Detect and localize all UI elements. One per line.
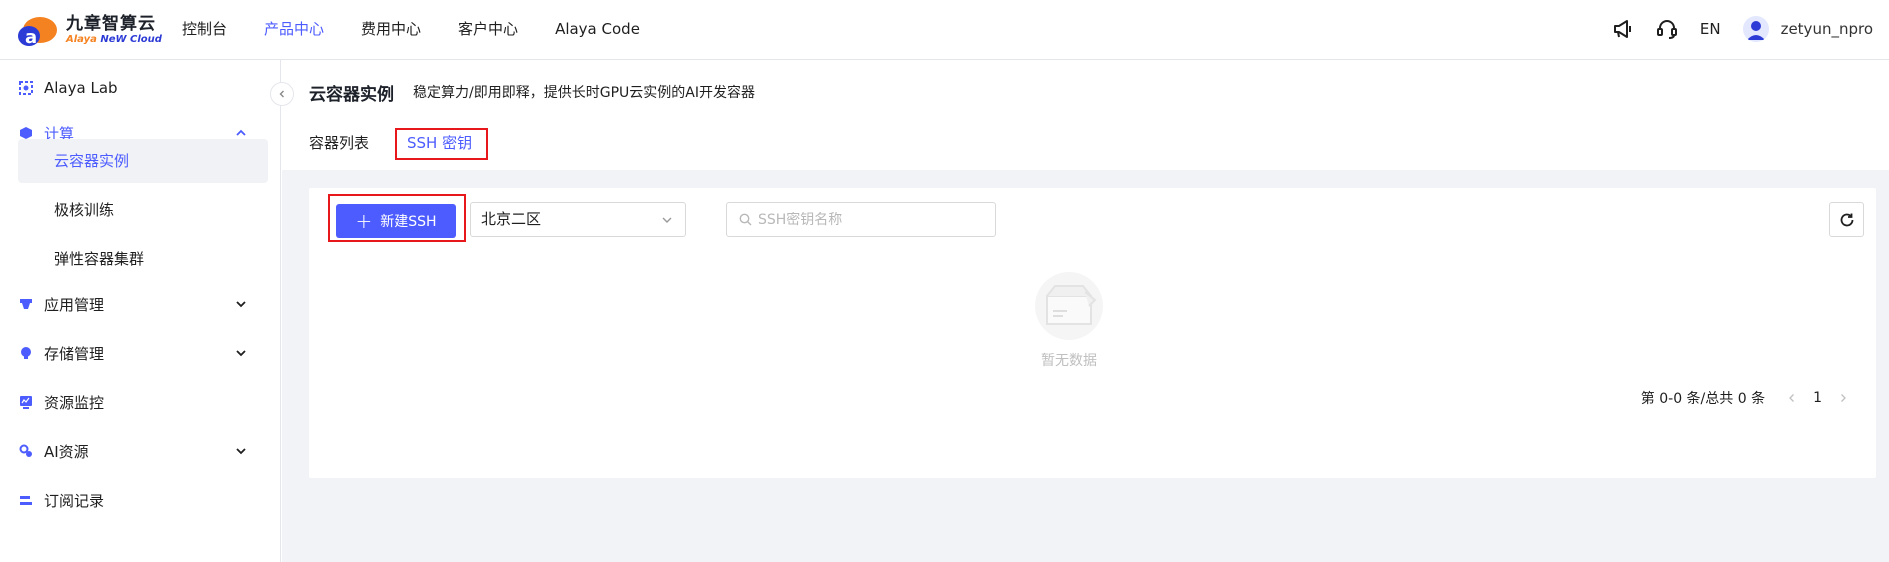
page-title: 云容器实例 xyxy=(309,85,394,105)
sidebar-item-core-training[interactable]: 极核训练 xyxy=(18,188,268,232)
brand-name-en: Alaya NeW Cloud xyxy=(66,34,162,45)
subscription-icon xyxy=(18,492,34,508)
highlight-ssh-tab xyxy=(395,128,488,160)
page-header: 云容器实例 稳定算力/即用即释，提供长时GPU云实例的AI开发容器 容器列表 S… xyxy=(282,60,1889,170)
svg-text:a: a xyxy=(25,27,37,48)
page-description: 稳定算力/即用即释，提供长时GPU云实例的AI开发容器 xyxy=(413,85,755,101)
top-bar: a 九章智算云 Alaya NeW Cloud 控制台 产品中心 费用中心 客户… xyxy=(0,0,1889,60)
announcement-icon[interactable] xyxy=(1610,16,1636,42)
avatar[interactable] xyxy=(1742,16,1769,42)
top-nav: 控制台 产品中心 费用中心 客户中心 Alaya Code xyxy=(182,0,677,58)
support-headset-icon[interactable] xyxy=(1654,16,1680,42)
sidebar-item-subscriptions[interactable]: 订阅记录 xyxy=(18,478,268,522)
sidebar-item-monitoring[interactable]: 资源监控 xyxy=(18,380,268,424)
ai-resource-icon xyxy=(18,443,34,459)
storage-icon xyxy=(18,345,34,361)
refresh-icon xyxy=(1840,213,1853,226)
sidebar: Alaya Lab 计算 云容器实例 极核训练 弹性容器集群 应用管理 存储管理… xyxy=(0,60,281,562)
app-icon xyxy=(18,296,34,312)
sidebar-item-cloud-container[interactable]: 云容器实例 xyxy=(18,139,268,183)
chevron-up-icon xyxy=(236,129,246,136)
sidebar-collapse-button[interactable] xyxy=(270,82,294,106)
empty-box-icon xyxy=(1035,272,1103,340)
chevron-down-icon xyxy=(236,301,246,308)
search-box xyxy=(726,202,996,237)
ssh-key-panel: + 新建SSH 北京二区 暂无数据 第 0-0 条 xyxy=(309,188,1876,478)
chevron-down-icon xyxy=(236,448,246,455)
chevron-left-icon xyxy=(279,90,284,98)
brand-name: 九章智算云 xyxy=(66,14,156,34)
nav-console[interactable]: 控制台 xyxy=(182,0,227,58)
top-right-actions: EN zetyun_npro xyxy=(1592,0,1873,58)
region-select[interactable]: 北京二区 xyxy=(470,202,686,237)
language-switch[interactable]: EN xyxy=(1700,20,1721,38)
chevron-left-icon xyxy=(1789,394,1795,402)
main-content: 云容器实例 稳定算力/即用即释，提供长时GPU云实例的AI开发容器 容器列表 S… xyxy=(282,60,1889,562)
nav-products[interactable]: 产品中心 xyxy=(264,0,324,58)
sidebar-item-storage[interactable]: 存储管理 xyxy=(18,331,268,375)
monitor-icon xyxy=(18,394,34,410)
refresh-button[interactable] xyxy=(1829,202,1864,237)
page-number[interactable]: 1 xyxy=(1813,390,1822,406)
logo-mark-icon: a xyxy=(16,10,60,50)
prev-page-button[interactable] xyxy=(1785,391,1799,405)
sidebar-item-alaya-lab[interactable]: Alaya Lab xyxy=(18,66,268,110)
chevron-down-icon xyxy=(662,217,672,223)
chevron-down-icon xyxy=(236,350,246,357)
empty-state: 暂无数据 xyxy=(1029,270,1109,370)
nav-billing[interactable]: 费用中心 xyxy=(361,0,421,58)
nav-customer[interactable]: 客户中心 xyxy=(458,0,518,58)
pagination-summary: 第 0-0 条/总共 0 条 xyxy=(1640,391,1766,407)
lab-icon xyxy=(18,80,34,96)
empty-text: 暂无数据 xyxy=(1041,353,1097,369)
search-input[interactable] xyxy=(758,211,988,228)
nav-alaya-code[interactable]: Alaya Code xyxy=(555,0,640,58)
chevron-right-icon xyxy=(1841,394,1846,402)
tab-container-list[interactable]: 容器列表 xyxy=(309,132,369,153)
highlight-new-ssh-button xyxy=(328,194,466,242)
username[interactable]: zetyun_npro xyxy=(1781,20,1873,38)
next-page-button[interactable] xyxy=(1836,391,1850,405)
sidebar-item-ai-resources[interactable]: AI资源 xyxy=(18,429,268,473)
search-icon xyxy=(739,213,752,226)
pagination: 第 0-0 条/总共 0 条 1 xyxy=(1641,388,1864,408)
sidebar-item-elastic-cluster[interactable]: 弹性容器集群 xyxy=(18,237,268,281)
sidebar-item-app-management[interactable]: 应用管理 xyxy=(18,282,268,326)
brand-logo[interactable]: a 九章智算云 Alaya NeW Cloud xyxy=(16,10,162,50)
